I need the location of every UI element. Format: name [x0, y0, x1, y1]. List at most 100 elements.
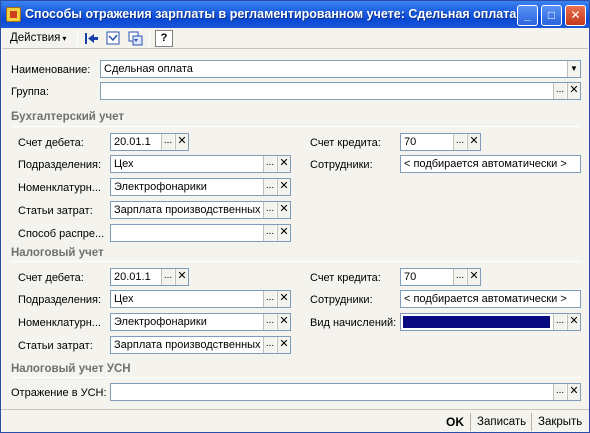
section-divider	[11, 261, 581, 262]
select-button[interactable]: ...	[453, 269, 466, 285]
clear-icon[interactable]: ✕	[467, 269, 480, 285]
tax-debit-label: Счет дебета:	[18, 272, 84, 284]
clear-icon[interactable]: ✕	[277, 179, 290, 195]
tax-section-title: Налоговый учет	[11, 247, 104, 259]
tax-credit-value: 70	[404, 271, 417, 283]
acc-subdivisions-value: Цех	[114, 158, 134, 170]
tax-subdivisions-field[interactable]: Цех ... ✕	[110, 290, 291, 308]
clear-icon[interactable]: ✕	[277, 225, 290, 241]
actions-menu[interactable]: Действия ▾	[7, 30, 69, 47]
clear-icon[interactable]: ✕	[277, 337, 290, 353]
maximize-button[interactable]: □	[541, 5, 562, 26]
select-button[interactable]: ...	[453, 134, 466, 150]
close-window-button[interactable]: ✕	[565, 5, 586, 26]
select-button[interactable]: ...	[553, 83, 566, 99]
select-button[interactable]: ...	[263, 291, 276, 307]
clear-icon[interactable]: ✕	[567, 83, 580, 99]
save-button[interactable]: Записать	[477, 414, 526, 430]
tax-cost-items-field[interactable]: Зарплата производственных ... ✕	[110, 336, 291, 354]
tax-nomenclature-field[interactable]: Электрофонарики ... ✕	[110, 313, 291, 331]
clear-icon[interactable]: ✕	[277, 156, 290, 172]
button-separator	[470, 413, 471, 431]
go-to-parent-button[interactable]	[82, 30, 100, 47]
select-button[interactable]: ...	[161, 134, 174, 150]
tax-cost-items-value: Зарплата производственных	[114, 339, 261, 351]
name-field[interactable]: Сдельная оплата ▼	[100, 60, 581, 78]
clear-icon[interactable]: ✕	[277, 202, 290, 218]
name-value: Сдельная оплата	[104, 63, 193, 75]
acc-cost-items-label: Статьи затрат:	[18, 205, 93, 217]
tax-debit-field[interactable]: 20.01.1 ... ✕	[110, 268, 189, 286]
group-field[interactable]: ... ✕	[100, 82, 581, 100]
tax-credit-field[interactable]: 70 ... ✕	[400, 268, 481, 286]
select-button[interactable]: ...	[553, 384, 566, 400]
switch-icon	[128, 31, 143, 46]
select-button[interactable]: ...	[263, 337, 276, 353]
select-button[interactable]: ...	[263, 179, 276, 195]
select-button[interactable]: ...	[263, 156, 276, 172]
select-button[interactable]: ...	[553, 314, 566, 330]
toolbar-separator	[77, 30, 78, 47]
clear-icon[interactable]: ✕	[567, 314, 580, 330]
group-label: Группа:	[11, 86, 49, 98]
acc-debit-field[interactable]: 20.01.1 ... ✕	[110, 133, 189, 151]
acc-cost-items-field[interactable]: Зарплата производственных ... ✕	[110, 201, 291, 219]
name-label: Наименование:	[11, 64, 91, 76]
acc-cost-items-value: Зарплата производственных	[114, 204, 261, 216]
actions-menu-label: Действия	[10, 32, 61, 44]
usn-section-title: Налоговый учет УСН	[11, 363, 131, 375]
acc-subdivisions-label: Подразделения:	[18, 159, 102, 171]
tax-cost-items-label: Статьи затрат:	[18, 340, 93, 352]
tax-nomenclature-value: Электрофонарики	[114, 316, 207, 328]
select-button[interactable]: ...	[263, 225, 276, 241]
clear-icon[interactable]: ✕	[175, 269, 188, 285]
tax-subdivisions-label: Подразделения:	[18, 294, 102, 306]
acc-employees-label: Сотрудники:	[310, 159, 373, 171]
tax-employees-label: Сотрудники:	[310, 294, 373, 306]
acc-nomenclature-field[interactable]: Электрофонарики ... ✕	[110, 178, 291, 196]
minimize-button[interactable]: _	[517, 5, 538, 26]
clear-icon[interactable]: ✕	[277, 291, 290, 307]
section-divider	[11, 377, 581, 378]
acc-debit-value: 20.01.1	[114, 136, 151, 148]
toolbar: Действия ▾ ?	[3, 28, 588, 49]
refresh-button[interactable]	[126, 30, 144, 47]
clear-icon[interactable]: ✕	[175, 134, 188, 150]
acc-debit-label: Счет дебета:	[18, 137, 84, 149]
help-button[interactable]: ?	[155, 30, 173, 47]
clear-icon[interactable]: ✕	[277, 314, 290, 330]
close-button[interactable]: Закрыть	[538, 414, 582, 430]
section-divider	[11, 126, 581, 127]
title-bar[interactable]: Способы отражения зарплаты в регламентир…	[1, 1, 589, 28]
accounting-section-title: Бухгалтерский учет	[11, 111, 125, 123]
tax-subdivisions-value: Цех	[114, 293, 134, 305]
bottom-bar: OK Записать Закрыть	[1, 409, 589, 433]
select-button[interactable]: ...	[161, 269, 174, 285]
acc-credit-label: Счет кредита:	[310, 137, 381, 149]
help-icon: ?	[160, 32, 168, 44]
tax-credit-label: Счет кредита:	[310, 272, 381, 284]
document-window: Способы отражения зарплаты в регламентир…	[0, 0, 590, 433]
chevron-down-icon: ▾	[62, 34, 67, 43]
tax-accrual-type-label: Вид начислений:	[310, 317, 397, 329]
select-button[interactable]: ...	[263, 314, 276, 330]
structure-button[interactable]	[104, 30, 122, 47]
tax-accrual-type-field[interactable]: ... ✕	[400, 313, 581, 331]
ok-button[interactable]: OK	[446, 414, 464, 430]
acc-employees-field[interactable]: < подбирается автоматически >	[400, 155, 581, 173]
window-title: Способы отражения зарплаты в регламентир…	[25, 7, 517, 21]
tax-debit-value: 20.01.1	[114, 271, 151, 283]
selection-highlight	[403, 316, 550, 328]
clear-icon[interactable]: ✕	[567, 384, 580, 400]
acc-distribution-field[interactable]: ... ✕	[110, 224, 291, 242]
acc-employees-value: < подбирается автоматически >	[404, 158, 567, 170]
acc-subdivisions-field[interactable]: Цех ... ✕	[110, 155, 291, 173]
dropdown-icon[interactable]: ▼	[567, 61, 580, 77]
tax-employees-field[interactable]: < подбирается автоматически >	[400, 290, 581, 308]
clear-icon[interactable]: ✕	[467, 134, 480, 150]
acc-distribution-label: Способ распре...	[18, 228, 105, 240]
select-button[interactable]: ...	[263, 202, 276, 218]
toolbar-separator	[149, 30, 150, 47]
acc-credit-field[interactable]: 70 ... ✕	[400, 133, 481, 151]
usn-reflection-field[interactable]: ... ✕	[110, 383, 581, 401]
